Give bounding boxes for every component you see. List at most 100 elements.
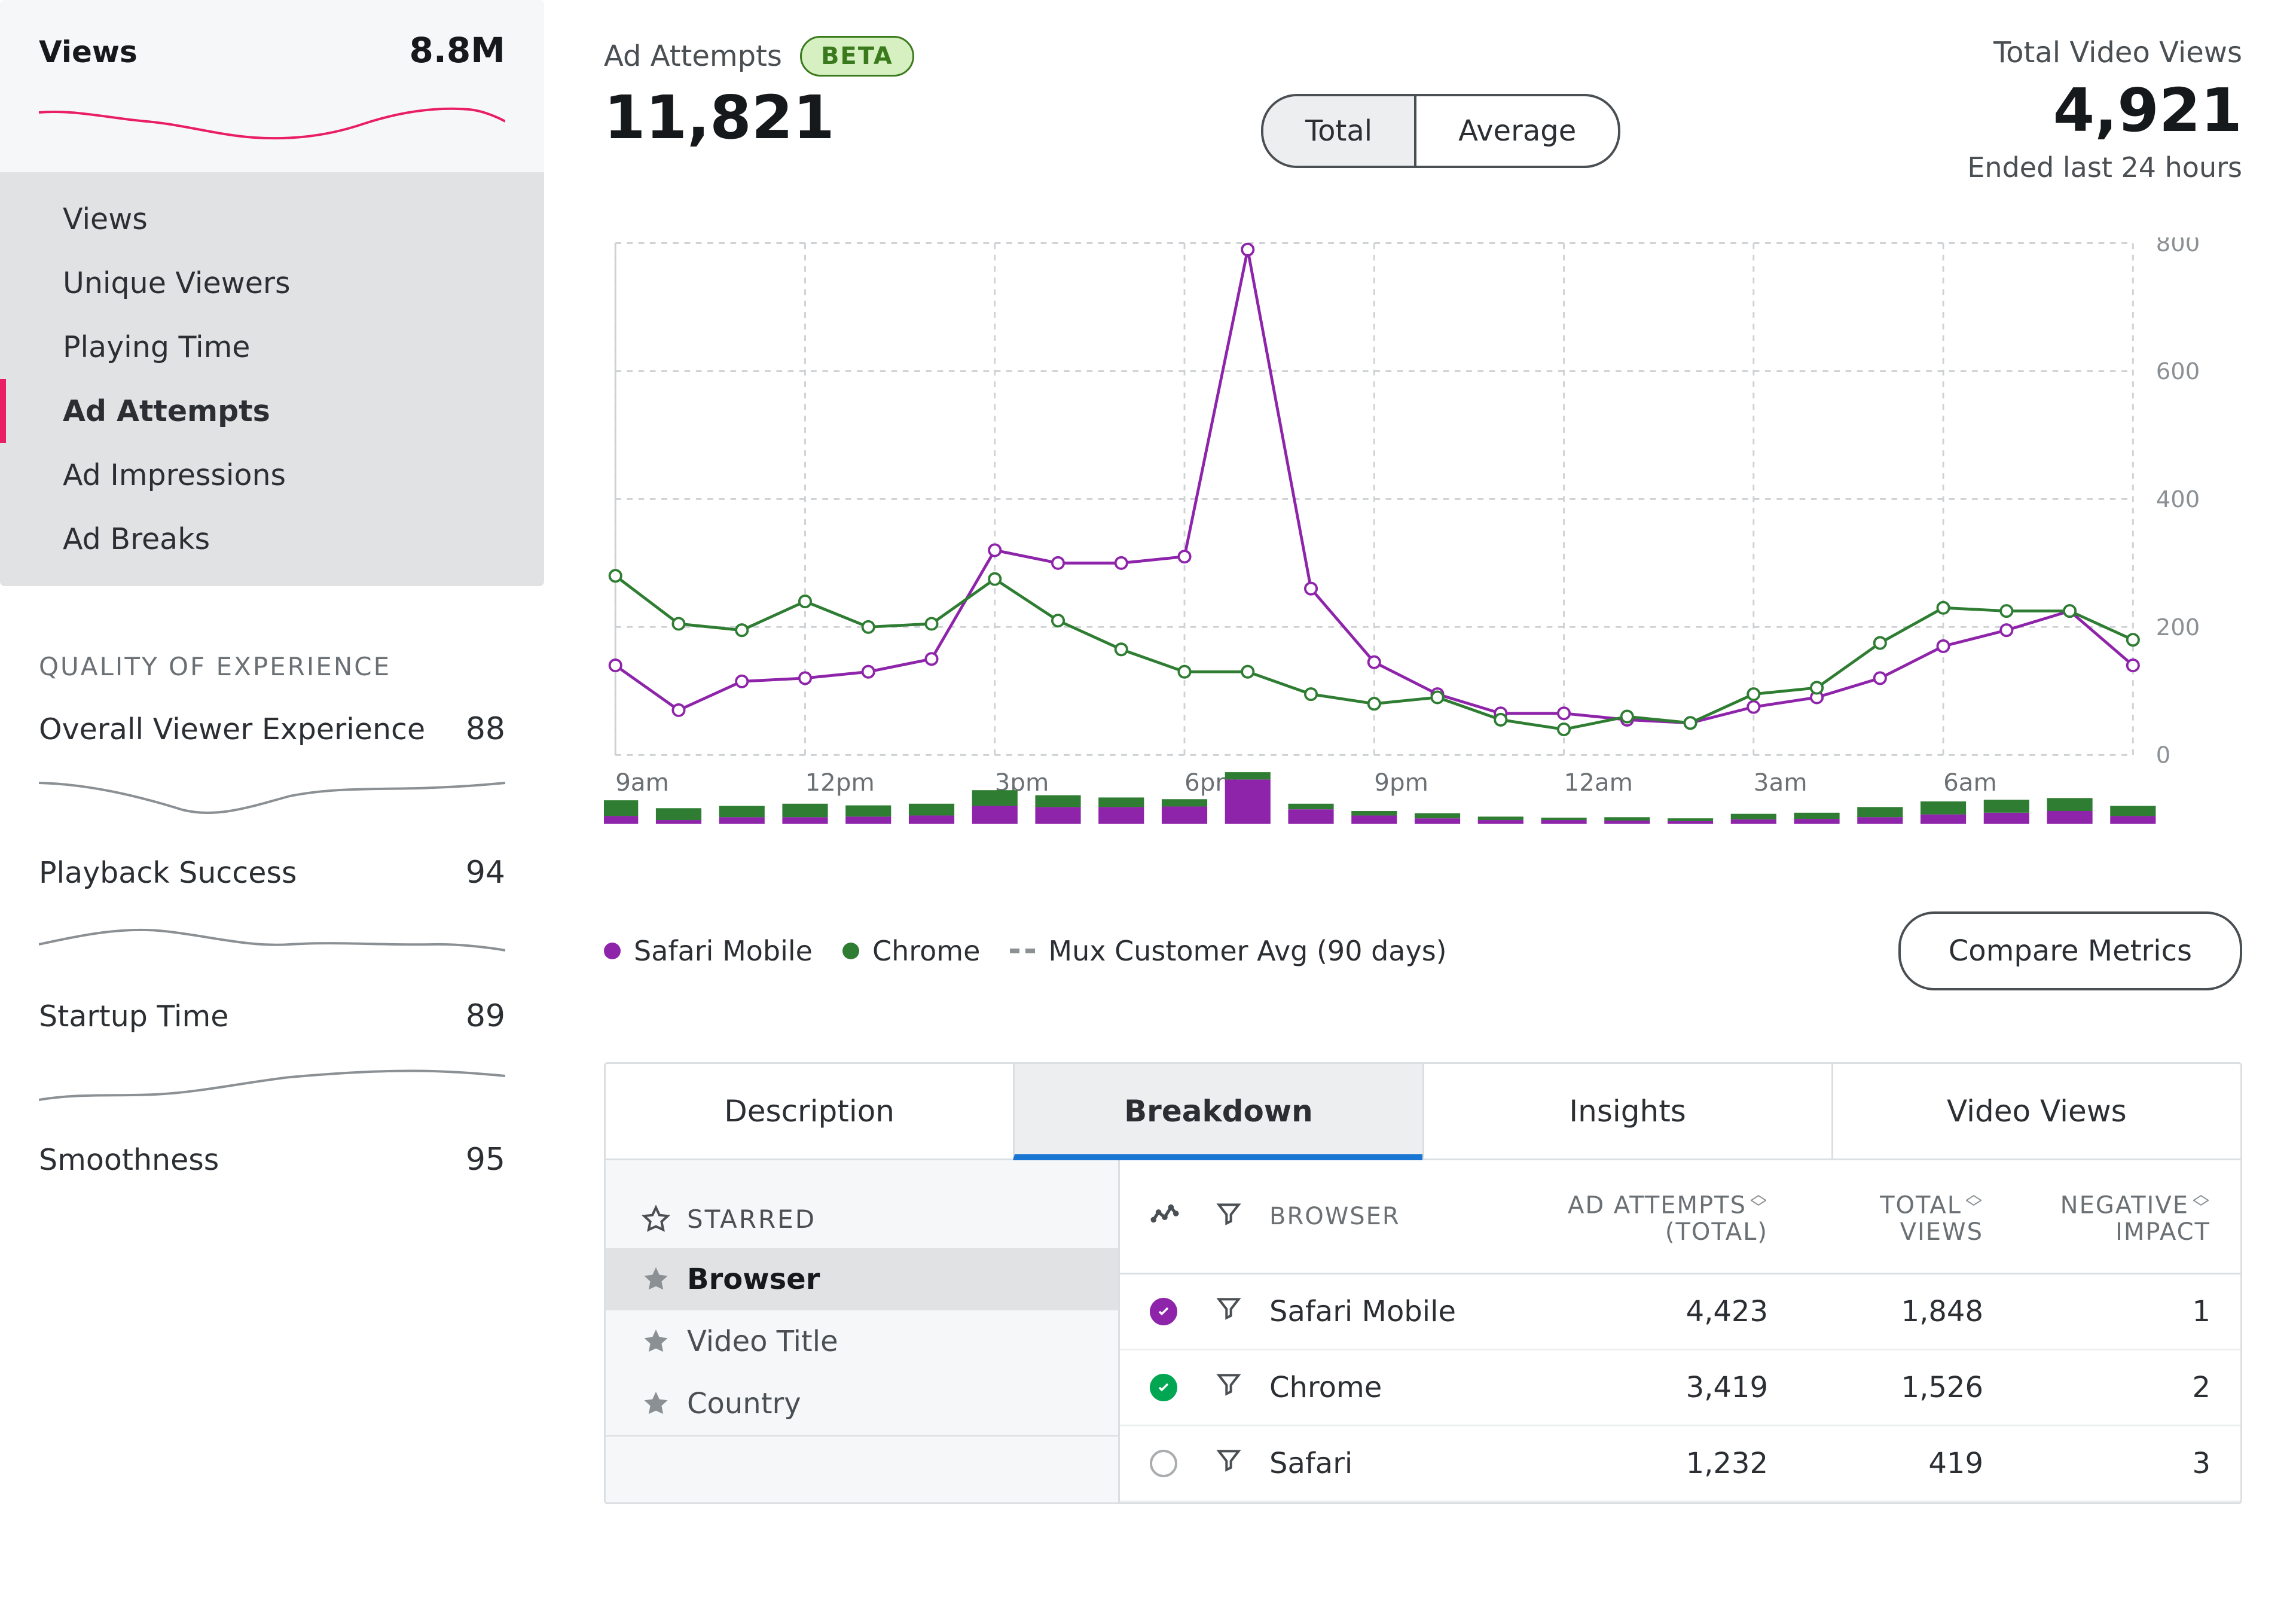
filter-icon[interactable] (1216, 1200, 1269, 1233)
svg-text:200: 200 (2156, 614, 2200, 641)
breakdown-dimensions: STARRED Browser Video Title (606, 1160, 1120, 1502)
star-icon (642, 1389, 670, 1418)
filter-icon[interactable] (1216, 1447, 1269, 1480)
starred-heading: STARRED (606, 1190, 1118, 1248)
metric-value: 11,821 (604, 83, 914, 153)
svg-text:400: 400 (2156, 486, 2200, 513)
row-views: 1,526 (1768, 1371, 1983, 1404)
row-impact: 3 (1983, 1447, 2210, 1480)
metrics-nav: Views Unique Viewers Playing Time Ad Att… (0, 172, 544, 586)
breakdown-table: BROWSER AD ATTEMPTS︿﹀ (TOTAL) TOTAL︿﹀ VI… (1120, 1160, 2240, 1502)
dot-icon (842, 943, 859, 959)
row-impact: 2 (1983, 1371, 2210, 1404)
dot-icon (604, 943, 621, 959)
dimension-country[interactable]: Country (606, 1373, 1118, 1435)
legend-label: Safari Mobile (634, 935, 813, 967)
tab-video-views[interactable]: Video Views (1831, 1064, 2240, 1160)
dash-icon (1010, 949, 1035, 953)
qoe-title: Startup Time (39, 999, 228, 1033)
total-views-value: 4,921 (1967, 75, 2242, 145)
row-name: Safari (1269, 1447, 1517, 1480)
nav-item-playing-time[interactable]: Playing Time (0, 315, 544, 379)
tab-breakdown[interactable]: Breakdown (1013, 1064, 1422, 1160)
qoe-title: Playback Success (39, 856, 297, 890)
dimension-video-title[interactable]: Video Title (606, 1310, 1118, 1373)
qoe-overall[interactable]: Overall Viewer Experience 88 (39, 711, 505, 825)
chart-container: 02004006008009am12pm3pm6pm9pm12am3am6am9… (604, 237, 2242, 876)
legend-label: Mux Customer Avg (90 days) (1048, 935, 1446, 967)
svg-text:9am: 9am (615, 769, 669, 797)
nav-item-ad-impressions[interactable]: Ad Impressions (0, 443, 544, 507)
beta-badge: BETA (800, 36, 914, 77)
dimension-label: Browser (687, 1263, 820, 1296)
row-impact: 1 (1983, 1295, 2210, 1328)
row-name: Chrome (1269, 1371, 1517, 1404)
legend-mux-avg[interactable]: Mux Customer Avg (90 days) (1010, 935, 1446, 967)
svg-text:6am: 6am (1943, 769, 1997, 797)
row-attempts: 3,419 (1517, 1371, 1768, 1404)
col-total-views[interactable]: TOTAL︿﹀ VIEWS (1768, 1188, 1983, 1245)
legend-safari-mobile[interactable]: Safari Mobile (604, 935, 813, 967)
nav-item-views[interactable]: Views (0, 187, 544, 251)
row-attempts: 4,423 (1517, 1295, 1768, 1328)
col-ad-attempts[interactable]: AD ATTEMPTS︿﹀ (TOTAL) (1517, 1188, 1768, 1245)
qoe-value: 89 (466, 998, 505, 1034)
views-summary-card[interactable]: Views 8.8M (0, 0, 544, 172)
detail-panel: Description Breakdown Insights Video Vie… (604, 1062, 2242, 1504)
dimension-browser[interactable]: Browser (606, 1248, 1118, 1310)
qoe-spark (39, 1046, 505, 1112)
qoe-spark (39, 759, 505, 825)
nav-item-ad-attempts[interactable]: Ad Attempts (0, 379, 544, 443)
toggle-average[interactable]: Average (1414, 96, 1618, 166)
series-toggle[interactable] (1150, 1298, 1177, 1325)
qoe-value: 95 (466, 1142, 505, 1178)
tab-insights[interactable]: Insights (1422, 1064, 1831, 1160)
qoe-value: 94 (466, 855, 505, 891)
nav-item-ad-breaks[interactable]: Ad Breaks (0, 507, 544, 571)
table-row[interactable]: Chrome3,4191,5262 (1120, 1350, 2240, 1426)
chart-series-icon[interactable] (1150, 1199, 1216, 1234)
starred-label: STARRED (687, 1205, 816, 1234)
series-toggle[interactable] (1150, 1374, 1177, 1401)
svg-text:800: 800 (2156, 237, 2200, 257)
qoe-smoothness[interactable]: Smoothness 95 (39, 1142, 505, 1178)
filter-icon[interactable] (1216, 1371, 1269, 1404)
table-header: BROWSER AD ATTEMPTS︿﹀ (TOTAL) TOTAL︿﹀ VI… (1120, 1160, 2240, 1274)
qoe-value: 88 (466, 711, 505, 747)
metric-label: Ad Attempts (604, 39, 782, 73)
table-row[interactable]: Safari1,2324193 (1120, 1426, 2240, 1502)
col-negative-impact[interactable]: NEGATIVE︿﹀ IMPACT (1983, 1188, 2210, 1245)
table-row[interactable]: Safari Mobile4,4231,8481 (1120, 1274, 2240, 1350)
aggregation-toggle: Total Average (1261, 94, 1620, 168)
star-outline-icon (642, 1205, 670, 1234)
tabs: Description Breakdown Insights Video Vie… (606, 1064, 2240, 1160)
tab-description[interactable]: Description (606, 1064, 1013, 1160)
toggle-total[interactable]: Total (1263, 96, 1414, 166)
svg-text:0: 0 (2156, 742, 2170, 769)
total-views-label: Total Video Views (1967, 36, 2242, 69)
qoe-playback-success[interactable]: Playback Success 94 (39, 855, 505, 968)
col-browser[interactable]: BROWSER (1269, 1203, 1517, 1230)
views-sparkline (39, 89, 505, 160)
star-icon (642, 1265, 670, 1294)
main-chart: 02004006008009am12pm3pm6pm9pm12am3am6am9… (604, 237, 2242, 876)
series-toggle[interactable] (1150, 1450, 1177, 1477)
row-views: 1,848 (1768, 1295, 1983, 1328)
qoe-spark (39, 902, 505, 968)
dimension-label: Country (687, 1387, 801, 1420)
nav-item-unique-viewers[interactable]: Unique Viewers (0, 251, 544, 315)
header: Ad Attempts BETA 11,821 Total Average To… (604, 36, 2242, 184)
legend-chrome[interactable]: Chrome (842, 935, 980, 967)
views-card-title: Views (39, 35, 138, 69)
compare-metrics-button[interactable]: Compare Metrics (1898, 911, 2242, 990)
dimension-label: Video Title (687, 1325, 838, 1358)
svg-text:600: 600 (2156, 358, 2200, 385)
row-views: 419 (1768, 1447, 1983, 1480)
filter-icon[interactable] (1216, 1295, 1269, 1328)
qoe-section-heading: QUALITY OF EXPERIENCE (39, 652, 505, 681)
legend-row: Safari Mobile Chrome Mux Customer Avg (9… (604, 911, 2242, 990)
svg-text:12am: 12am (1564, 769, 1633, 797)
svg-text:12pm: 12pm (805, 769, 874, 797)
qoe-startup-time[interactable]: Startup Time 89 (39, 998, 505, 1112)
qoe-title: Overall Viewer Experience (39, 712, 425, 746)
